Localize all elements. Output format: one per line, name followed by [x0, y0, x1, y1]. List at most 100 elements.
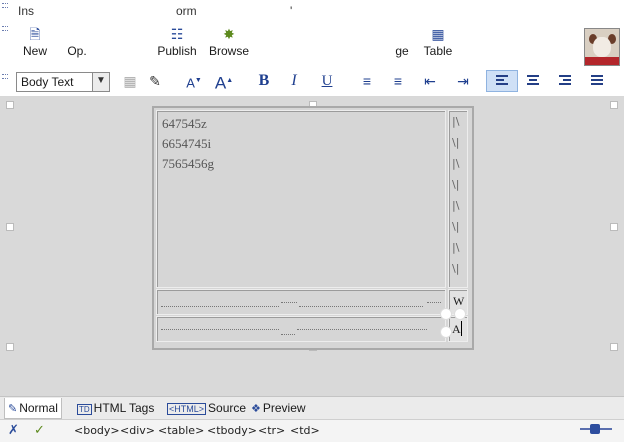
view-tabs: ✎ Normal TD HTML Tags <HTML> Source ❖ Previe…: [0, 396, 624, 419]
dotted-rule: [299, 306, 423, 307]
new-label: New: [22, 44, 47, 58]
resize-handle[interactable]: [6, 343, 14, 351]
align-left-button[interactable]: [486, 70, 518, 92]
tag-tool-icon[interactable]: ✗: [8, 422, 19, 438]
menu-format[interactable]: orm: [176, 4, 197, 18]
tab-preview-label: Preview: [262, 401, 306, 415]
tag-tbody[interactable]: <tbody>: [207, 424, 257, 437]
dotted-rule: [161, 329, 279, 330]
menu-insert[interactable]: Ins: [18, 4, 34, 18]
line-2: 6654745i: [162, 136, 212, 151]
main-toolbar: 🗎 New Op. ☷ Publish ✸ Browse ge ▦ Table: [0, 22, 624, 68]
browse-label: Browse: [208, 44, 249, 58]
tag-div[interactable]: <div>: [120, 424, 155, 437]
bulleted-list-icon[interactable]: ≡: [355, 70, 379, 92]
resize-handle[interactable]: [610, 101, 618, 109]
toolbar-grip[interactable]: [2, 74, 8, 88]
avatar-bg: [585, 57, 619, 65]
pencil-icon[interactable]: ✎: [143, 70, 167, 92]
zoom-slider[interactable]: [580, 424, 612, 434]
layout-table[interactable]: 647545z 6654745i 7565456g |\ \| |\ \| |\…: [152, 106, 474, 350]
line-3: 7565456g: [162, 156, 214, 171]
publish-button[interactable]: ☷ Publish: [154, 24, 200, 64]
cell-mark: |\: [452, 241, 460, 254]
table-cell-row3[interactable]: [156, 316, 446, 342]
numbered-list-icon[interactable]: ≡: [386, 70, 410, 92]
style-value: Body Text: [21, 75, 74, 89]
cell-mark: \|: [452, 136, 460, 149]
avatar-face: [593, 37, 611, 57]
td-tag-icon: TD: [77, 404, 92, 415]
justify-icon: [591, 75, 603, 87]
image-label: ge: [395, 44, 409, 58]
cell-mark: |\: [452, 115, 460, 128]
tag-table[interactable]: <table>: [158, 424, 204, 437]
resize-handle[interactable]: [610, 343, 618, 351]
resize-handle[interactable]: [610, 223, 618, 231]
resize-handle[interactable]: [6, 101, 14, 109]
tab-normal[interactable]: ✎ Normal: [4, 398, 62, 419]
tab-preview[interactable]: ❖ Preview: [248, 398, 309, 418]
bold-button[interactable]: B: [252, 70, 276, 92]
tag-tr[interactable]: <tr>: [258, 424, 285, 437]
toolbar-grip[interactable]: [2, 3, 8, 17]
menu-bar: Ins orm ': [0, 0, 624, 22]
image-button[interactable]: ge: [392, 24, 412, 64]
paragraph-style-select[interactable]: Body Text ▼: [16, 72, 110, 92]
resize-handle[interactable]: [6, 223, 14, 231]
tag-td[interactable]: <td>: [290, 424, 320, 437]
tab-source[interactable]: <HTML> Source: [164, 398, 249, 418]
italic-button[interactable]: I: [282, 70, 306, 92]
align-center-button[interactable]: [521, 70, 545, 92]
dotted-rule: [281, 334, 295, 335]
menu-fragment: ': [290, 4, 293, 18]
indent-icon[interactable]: ⇥: [451, 70, 475, 92]
align-left-icon: [496, 75, 508, 87]
align-right-button[interactable]: [553, 70, 577, 92]
table-cell-row2[interactable]: [156, 289, 446, 315]
increase-font-icon[interactable]: A▲: [212, 70, 236, 93]
new-page-icon: 🗎: [29, 26, 41, 42]
dotted-rule: [297, 329, 427, 330]
new-button[interactable]: 🗎 New: [20, 24, 50, 64]
check-icon[interactable]: ✓: [34, 422, 45, 438]
tag-body[interactable]: <body>: [74, 424, 120, 437]
cell-letter-a: A: [452, 322, 461, 336]
table-cell-side[interactable]: |\ \| |\ \| |\ \| |\ \|: [448, 110, 468, 288]
browse-button[interactable]: ✸ Browse: [206, 24, 252, 64]
zoom-knob[interactable]: [590, 424, 600, 434]
tab-html-tags-label: HTML Tags: [93, 401, 155, 415]
cell-drag-handle[interactable]: [454, 308, 466, 320]
cell-drag-handle[interactable]: [440, 326, 452, 338]
html-source-icon: <HTML>: [167, 403, 207, 415]
table-button[interactable]: ▦ Table: [420, 24, 456, 64]
align-center-icon: [527, 75, 539, 87]
tab-source-label: Source: [208, 401, 247, 415]
table-icon: ▦: [431, 26, 445, 42]
pen-icon: ✎: [8, 403, 18, 415]
text-cursor: [461, 321, 462, 336]
outdent-icon[interactable]: ⇤: [418, 70, 442, 92]
toolbar-grip[interactable]: [2, 26, 8, 44]
line-1: 647545z: [162, 116, 207, 131]
table-cell-main[interactable]: 647545z 6654745i 7565456g: [156, 110, 446, 288]
chevron-down-icon[interactable]: ▼: [92, 73, 109, 91]
dotted-rule: [427, 302, 441, 303]
justify-button[interactable]: [585, 70, 609, 92]
open-icon: [62, 24, 92, 44]
cell-drag-handle[interactable]: [440, 308, 452, 320]
tab-html-tags[interactable]: TD HTML Tags: [74, 398, 157, 418]
cell-mark: |\: [452, 199, 460, 212]
highlight-icon[interactable]: ▦: [118, 70, 142, 92]
publish-label: Publish: [157, 44, 197, 58]
cell-letter-w: W: [453, 294, 465, 308]
cell-mark: \|: [452, 262, 460, 275]
open-label: Op.: [67, 44, 87, 58]
design-canvas[interactable]: 647545z 6654745i 7565456g |\ \| |\ \| |\…: [0, 97, 624, 396]
user-avatar[interactable]: [584, 28, 620, 66]
decrease-font-icon[interactable]: A▼: [182, 70, 206, 92]
cell-mark: |\: [452, 157, 460, 170]
open-button[interactable]: Op.: [62, 24, 92, 64]
underline-button[interactable]: U: [315, 70, 339, 92]
cell-mark: \|: [452, 178, 460, 191]
